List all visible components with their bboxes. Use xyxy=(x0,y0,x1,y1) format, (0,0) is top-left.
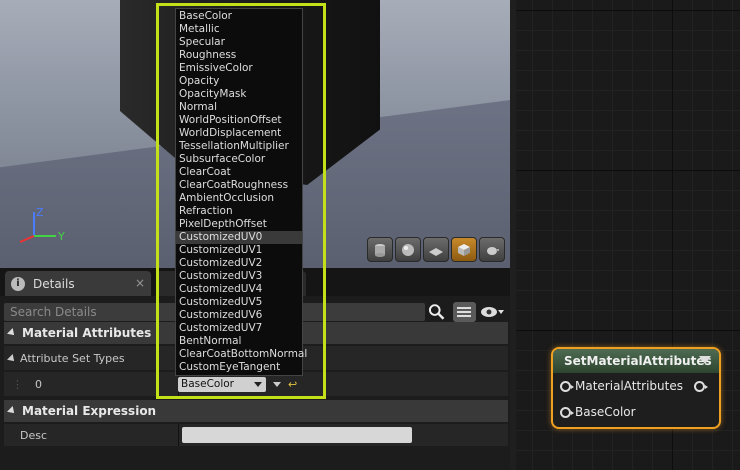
column-separator xyxy=(178,424,179,446)
cylinder-preview-button[interactable] xyxy=(367,237,393,262)
expand-arrow-icon xyxy=(7,328,17,338)
preview-shape-toolbar xyxy=(367,237,505,262)
pin-row-material-attributes: MaterialAttributes xyxy=(553,373,719,399)
eye-icon xyxy=(481,307,504,317)
close-tab-button[interactable]: × xyxy=(135,276,145,290)
set-material-attributes-node[interactable]: SetMaterialAttributes MaterialAttributes… xyxy=(551,347,721,429)
row-desc: Desc xyxy=(4,424,508,446)
pin-row-base-color: BaseColor xyxy=(553,399,719,425)
node-header[interactable]: SetMaterialAttributes xyxy=(553,349,719,373)
list-icon xyxy=(457,307,472,317)
pin-label: MaterialAttributes xyxy=(575,379,683,393)
row-label: Attribute Set Types xyxy=(4,352,174,365)
cylinder-icon xyxy=(375,243,385,257)
index-label: 0 xyxy=(35,377,42,391)
collapse-arrow-icon[interactable] xyxy=(699,356,711,364)
view-options-button[interactable] xyxy=(480,302,504,322)
category-label: Material Attributes xyxy=(22,326,152,340)
output-pin-icon[interactable] xyxy=(694,380,708,392)
row-label-text: Attribute Set Types xyxy=(20,351,125,365)
drag-handle-icon[interactable]: ⋮ xyxy=(12,378,23,391)
input-pin-icon[interactable] xyxy=(560,406,574,418)
teapot-icon xyxy=(487,246,499,255)
node-title: SetMaterialAttributes xyxy=(564,354,712,368)
custom-mesh-preview-button[interactable] xyxy=(479,237,505,262)
sphere-preview-button[interactable] xyxy=(395,237,421,262)
category-material-expression[interactable]: Material Expression xyxy=(4,400,508,422)
row-label: Desc xyxy=(20,428,48,442)
cube-preview-button[interactable] xyxy=(451,237,477,262)
plane-preview-button[interactable] xyxy=(423,237,449,262)
axis-z-label: Z xyxy=(36,206,44,219)
row-label: ⋮ 0 xyxy=(4,378,174,391)
category-label: Material Expression xyxy=(22,404,157,418)
annotation-highlight-box xyxy=(156,3,326,399)
axis-gizmo: Z Y xyxy=(19,206,65,243)
desc-input[interactable] xyxy=(182,427,412,443)
tab-details[interactable]: i Details × xyxy=(5,271,151,296)
plane-icon xyxy=(429,247,443,256)
property-matrix-button[interactable] xyxy=(452,302,476,322)
pin-label: BaseColor xyxy=(575,405,636,419)
expand-arrow-icon xyxy=(7,406,17,416)
input-pin-icon[interactable] xyxy=(560,380,574,392)
info-icon: i xyxy=(11,276,25,291)
axis-y-label: Y xyxy=(57,230,65,243)
tab-label: Details xyxy=(33,276,75,291)
cube-icon xyxy=(458,243,470,256)
search-icon[interactable] xyxy=(427,302,446,322)
sphere-icon xyxy=(402,243,414,256)
expand-arrow-icon xyxy=(7,353,17,364)
